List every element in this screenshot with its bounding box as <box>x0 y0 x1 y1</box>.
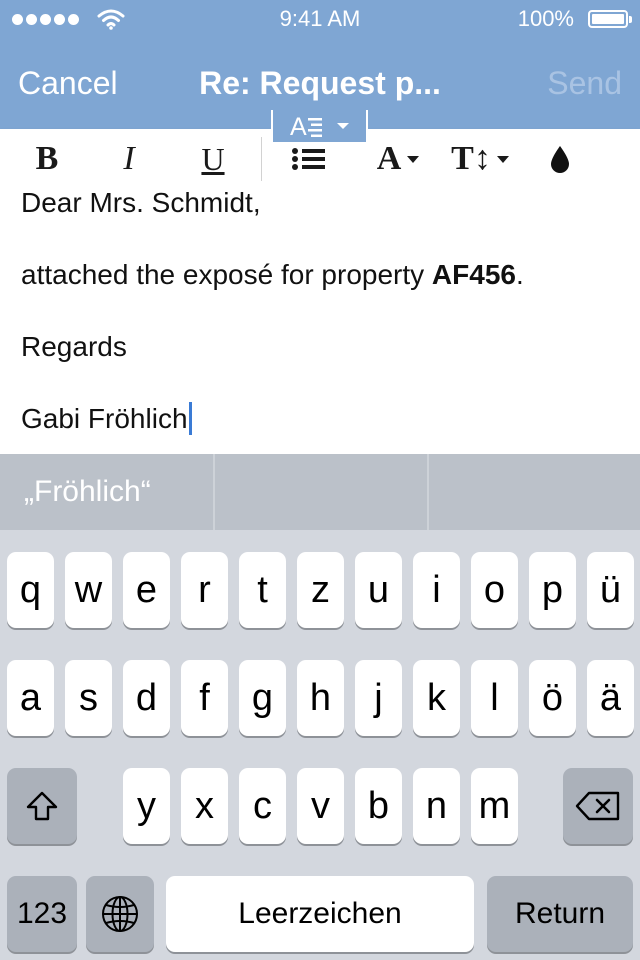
send-button[interactable]: Send <box>547 65 622 102</box>
highlight-button[interactable] <box>536 129 584 189</box>
message-end: . <box>515 259 524 290</box>
bold-button[interactable]: B <box>20 129 74 189</box>
bullet-list-icon <box>292 148 325 170</box>
shift-icon <box>26 791 58 821</box>
key-c[interactable]: c <box>239 768 286 844</box>
property-id: AF456 <box>431 259 516 290</box>
body-message: attached the exposé for property AF456. <box>21 259 524 291</box>
key-t[interactable]: t <box>239 552 286 628</box>
body-closing: Regards <box>21 331 127 362</box>
predictive-text-bar: „Fröhlich“ <box>0 454 640 530</box>
svg-text:A: A <box>290 113 307 139</box>
key-b[interactable]: b <box>355 768 402 844</box>
chevron-down-icon <box>496 155 509 163</box>
key-a[interactable]: a <box>7 660 54 736</box>
key-p[interactable]: p <box>529 552 576 628</box>
key-h[interactable]: h <box>297 660 344 736</box>
key-n[interactable]: n <box>413 768 460 844</box>
key-u[interactable]: u <box>355 552 402 628</box>
battery-icon <box>588 10 632 28</box>
key-k[interactable]: k <box>413 660 460 736</box>
cancel-button[interactable]: Cancel <box>18 65 118 102</box>
space-key[interactable]: Leerzeichen <box>166 876 474 952</box>
ink-drop-icon <box>551 146 569 173</box>
key-l[interactable]: l <box>471 660 518 736</box>
key-r[interactable]: r <box>181 552 228 628</box>
key-o[interactable]: o <box>471 552 518 628</box>
message-text: attached the exposé for property <box>21 259 432 290</box>
key-j[interactable]: j <box>355 660 402 736</box>
key-s[interactable]: s <box>65 660 112 736</box>
key-w[interactable]: w <box>65 552 112 628</box>
email-subject-title: Re: Request p... <box>199 65 441 101</box>
email-body[interactable]: Dear Mrs. Schmidt, attached the exposé f… <box>0 189 640 454</box>
body-signature: Gabi Fröhlich <box>21 403 188 434</box>
key-oe[interactable]: ö <box>529 660 576 736</box>
key-i[interactable]: i <box>413 552 460 628</box>
suggestion-1[interactable]: „Fröhlich“ <box>0 454 213 530</box>
globe-icon <box>102 896 138 932</box>
text-format-toggle[interactable]: A <box>271 110 368 144</box>
return-key[interactable]: Return <box>487 876 633 952</box>
chevron-down-icon <box>336 123 349 129</box>
font-color-label: A <box>376 140 402 177</box>
italic-button[interactable]: I <box>102 129 156 189</box>
shift-key[interactable] <box>7 768 77 844</box>
key-v[interactable]: v <box>297 768 344 844</box>
key-q[interactable]: q <box>7 552 54 628</box>
chevron-down-icon <box>407 155 420 163</box>
text-cursor <box>188 402 192 435</box>
toolbar-divider <box>261 137 262 181</box>
key-e[interactable]: e <box>123 552 170 628</box>
font-size-label: T↕ <box>451 140 491 177</box>
body-greeting: Dear Mrs. Schmidt, <box>21 189 261 218</box>
font-color-button[interactable]: A <box>366 129 430 189</box>
font-size-button[interactable]: T↕ <box>448 129 512 189</box>
key-g[interactable]: g <box>239 660 286 736</box>
underline-button[interactable]: U <box>186 129 240 189</box>
text-format-icon: A <box>290 113 322 139</box>
body-signature-line: Gabi Fröhlich <box>21 402 192 435</box>
key-ue[interactable]: ü <box>587 552 634 628</box>
suggestion-2[interactable] <box>213 454 427 530</box>
key-y[interactable]: y <box>123 768 170 844</box>
key-d[interactable]: d <box>123 660 170 736</box>
suggestion-3[interactable] <box>427 454 640 530</box>
key-f[interactable]: f <box>181 660 228 736</box>
delete-key[interactable] <box>563 768 633 844</box>
globe-key[interactable] <box>86 876 154 952</box>
key-m[interactable]: m <box>471 768 518 844</box>
key-ae[interactable]: ä <box>587 660 634 736</box>
battery-percentage: 100% <box>517 6 574 31</box>
key-x[interactable]: x <box>181 768 228 844</box>
status-bar: 9:41 AM 100% <box>0 0 640 40</box>
keyboard: q w e r t z u i o p ü a s d f g h j k l … <box>0 530 640 960</box>
key-z[interactable]: z <box>297 552 344 628</box>
backspace-icon <box>575 791 620 821</box>
numbers-key[interactable]: 123 <box>7 876 77 952</box>
